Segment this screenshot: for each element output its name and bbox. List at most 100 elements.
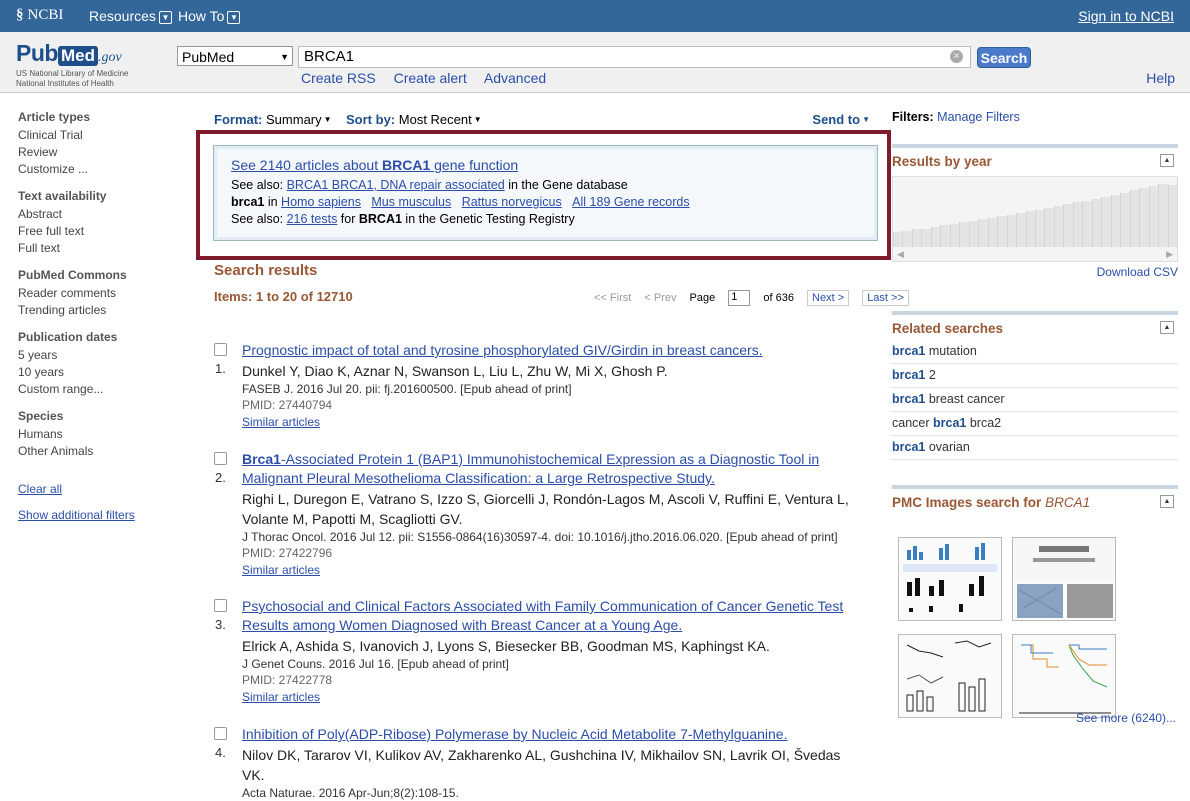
clear-all-link[interactable]: Clear all	[18, 482, 178, 496]
year-bar[interactable]	[1110, 194, 1121, 247]
result-checkbox[interactable]	[214, 599, 227, 612]
download-csv-link[interactable]: Download CSV	[1097, 265, 1178, 279]
filter-other-animals[interactable]: Other Animals	[18, 443, 178, 460]
search-button[interactable]: Search	[977, 47, 1031, 68]
organism-link[interactable]: Mus musculus	[371, 195, 451, 209]
year-bar[interactable]	[1063, 204, 1073, 247]
year-bar[interactable]	[1158, 183, 1168, 247]
year-bar[interactable]	[1035, 210, 1045, 247]
create-rss-link[interactable]: Create RSS	[301, 70, 376, 86]
filter-10-years[interactable]: 10 years	[18, 364, 178, 381]
next-page-button[interactable]: Next >	[807, 289, 850, 306]
year-chart[interactable]: ◀ ▶	[892, 176, 1178, 262]
year-bar[interactable]	[1082, 200, 1092, 247]
result-title-link[interactable]: Brca1-Associated Protein 1 (BAP1) Immuno…	[242, 450, 864, 488]
pmc-image-thumbnail[interactable]	[898, 634, 1002, 718]
year-bar[interactable]	[940, 225, 950, 247]
last-page-button[interactable]: Last >>	[862, 289, 909, 306]
filter-custom-range[interactable]: Custom range...	[18, 381, 178, 398]
related-search-item[interactable]: cancer brca1 brca2	[892, 412, 1178, 436]
database-select[interactable]: PubMed ▼	[177, 46, 293, 66]
year-bar[interactable]	[893, 232, 903, 247]
year-bar[interactable]	[1025, 211, 1035, 247]
help-link[interactable]: Help	[1146, 70, 1175, 86]
gene-record-link[interactable]: BRCA1 BRCA1, DNA repair associated	[287, 178, 505, 192]
year-bar[interactable]	[978, 219, 988, 247]
pubmed-logo[interactable]: Pub Med .gov US National Library of Medici…	[16, 40, 129, 89]
result-title-link[interactable]: Psychosocial and Clinical Factors Associ…	[242, 597, 864, 635]
filter-clinical-trial[interactable]: Clinical Trial	[18, 127, 178, 144]
see-more-link[interactable]: See more (6240)...	[1076, 711, 1176, 725]
organism-link[interactable]: Rattus norvegicus	[462, 195, 562, 209]
year-bar[interactable]	[949, 223, 960, 247]
related-search-item[interactable]: brca1 mutation	[892, 340, 1178, 364]
filter-reader-comments[interactable]: Reader comments	[18, 285, 178, 302]
advanced-link[interactable]: Advanced	[484, 70, 546, 86]
year-bar[interactable]	[968, 220, 979, 247]
pmc-image-thumbnail[interactable]	[1012, 537, 1116, 621]
year-bar[interactable]	[1120, 192, 1130, 247]
clear-icon[interactable]: ×	[950, 50, 963, 63]
filter-trending[interactable]: Trending articles	[18, 302, 178, 319]
format-dropdown[interactable]: Format: Summary ▼	[214, 112, 332, 127]
similar-articles-link[interactable]: Similar articles	[242, 689, 864, 705]
related-search-item[interactable]: brca1 ovarian	[892, 436, 1178, 460]
filter-free-full-text[interactable]: Free full text	[18, 223, 178, 240]
year-bar[interactable]	[1016, 212, 1026, 247]
year-bar[interactable]	[1139, 188, 1149, 247]
year-bar[interactable]	[1129, 190, 1140, 247]
year-bar[interactable]	[1091, 198, 1102, 247]
result-checkbox[interactable]	[214, 343, 227, 356]
year-bar[interactable]	[1006, 214, 1017, 247]
manage-filters-link[interactable]: Manage Filters	[937, 110, 1020, 124]
resources-menu[interactable]: Resources ▼	[89, 8, 172, 24]
result-title-link[interactable]: Inhibition of Poly(ADP-Ribose) Polymeras…	[242, 725, 864, 744]
collapse-icon[interactable]: ▲	[1160, 321, 1174, 334]
filter-5-years[interactable]: 5 years	[18, 347, 178, 364]
search-input[interactable]: BRCA1 ×	[298, 46, 971, 68]
ncbi-logo[interactable]: § NCBI	[16, 7, 63, 24]
result-checkbox[interactable]	[214, 727, 227, 740]
year-bar[interactable]	[1044, 208, 1054, 247]
show-additional-filters-link[interactable]: Show additional filters	[18, 508, 178, 522]
gene-function-link[interactable]: See 2140 articles about BRCA1 gene funct…	[231, 157, 518, 173]
year-bar[interactable]	[1072, 202, 1083, 247]
chart-left-arrow-icon[interactable]: ◀	[897, 249, 904, 260]
year-bar[interactable]	[1148, 186, 1159, 247]
year-bar[interactable]	[921, 228, 931, 247]
prev-page-link[interactable]: < Prev	[644, 292, 676, 304]
similar-articles-link[interactable]: Similar articles	[242, 562, 864, 578]
related-search-item[interactable]: brca1 2	[892, 364, 1178, 388]
year-bar[interactable]	[987, 217, 998, 247]
year-bar[interactable]	[1053, 206, 1064, 247]
collapse-icon[interactable]: ▲	[1160, 154, 1174, 167]
pmc-image-thumbnail[interactable]	[898, 537, 1002, 621]
filter-review[interactable]: Review	[18, 144, 178, 161]
organism-link[interactable]: Homo sapiens	[281, 195, 361, 209]
year-bar[interactable]	[997, 215, 1007, 247]
pmc-image-thumbnail[interactable]	[1012, 634, 1116, 718]
chart-right-arrow-icon[interactable]: ▶	[1166, 249, 1173, 260]
send-to-dropdown[interactable]: Send to ▼	[812, 112, 870, 127]
related-search-item[interactable]: brca1 breast cancer	[892, 388, 1178, 412]
first-page-link[interactable]: << First	[594, 292, 631, 304]
year-bar[interactable]	[959, 221, 969, 247]
result-title-link[interactable]: Prognostic impact of total and tyrosine …	[242, 341, 864, 360]
result-checkbox[interactable]	[214, 452, 227, 465]
filter-customize[interactable]: Customize ...	[18, 161, 178, 178]
year-bar[interactable]	[930, 227, 941, 247]
sort-dropdown[interactable]: Sort by: Most Recent ▼	[346, 112, 482, 127]
signin-link[interactable]: Sign in to NCBI	[1078, 8, 1174, 24]
all-gene-records-link[interactable]: All 189 Gene records	[572, 195, 689, 209]
year-bar[interactable]	[1101, 196, 1111, 247]
create-alert-link[interactable]: Create alert	[394, 70, 467, 86]
howto-menu[interactable]: How To ▼	[178, 8, 241, 24]
filter-abstract[interactable]: Abstract	[18, 206, 178, 223]
collapse-icon[interactable]: ▲	[1160, 495, 1174, 508]
filter-full-text[interactable]: Full text	[18, 240, 178, 257]
year-bar[interactable]	[902, 230, 912, 247]
year-bar[interactable]	[911, 229, 922, 247]
filter-humans[interactable]: Humans	[18, 426, 178, 443]
year-bar[interactable]	[1167, 184, 1177, 247]
similar-articles-link[interactable]: Similar articles	[242, 414, 864, 430]
